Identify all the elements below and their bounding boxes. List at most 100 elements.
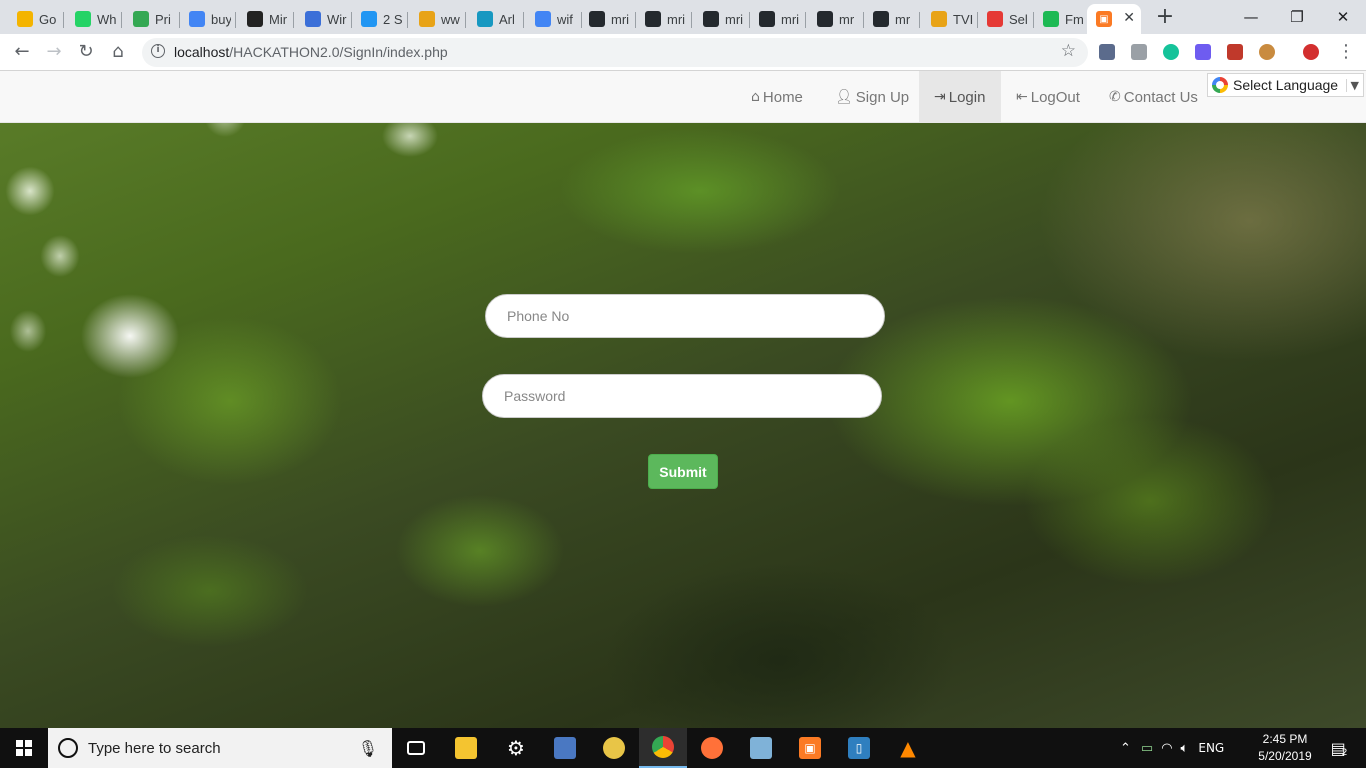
tab-active[interactable]: ▣ ✕ xyxy=(1087,4,1141,34)
action-center-button[interactable]: ▤ 2 xyxy=(1324,728,1354,768)
browser-tab[interactable]: Arl xyxy=(468,4,524,34)
close-tab-icon[interactable]: ✕ xyxy=(1123,10,1135,26)
vlc-icon[interactable]: ▲ xyxy=(884,728,932,768)
task-view-icon[interactable] xyxy=(392,728,440,768)
menu-kebab-icon[interactable]: ⋮ xyxy=(1334,40,1358,64)
browser-tab-title: mri xyxy=(611,11,630,27)
nav-logout[interactable]: ⇤ LogOut xyxy=(1001,71,1095,123)
reload-button[interactable]: ↻ xyxy=(74,40,98,64)
tab-separator xyxy=(635,12,636,28)
tab-separator xyxy=(863,12,864,28)
nav-home[interactable]: ⌂ Home xyxy=(736,71,818,123)
nav-login[interactable]: ⇥ Login xyxy=(919,71,1001,123)
browser-tab[interactable]: mri xyxy=(750,4,806,34)
phone-input[interactable] xyxy=(485,294,885,338)
browser-tab-title: Sel xyxy=(1009,11,1028,27)
nav-login-label: Login xyxy=(948,88,986,106)
phone-icon: ✆ xyxy=(1109,89,1121,105)
battery-icon[interactable]: ▭ xyxy=(1141,741,1153,756)
back-button[interactable]: ← xyxy=(10,40,34,64)
shield-icon xyxy=(305,11,321,27)
grammarly-icon[interactable] xyxy=(1163,44,1179,60)
nav-logout-label: LogOut xyxy=(1030,88,1080,106)
cookie-icon[interactable] xyxy=(1259,44,1275,60)
nav-contact-label: Contact Us xyxy=(1123,88,1198,106)
logout-icon: ⇤ xyxy=(1016,89,1028,105)
microphone-icon[interactable]: 🎙︎ xyxy=(358,739,378,758)
browser-tab[interactable]: mri xyxy=(694,4,750,34)
browser-tab-title: wif xyxy=(557,11,573,27)
amazon-icon xyxy=(247,11,263,27)
address-bar[interactable]: i localhost/HACKATHON2.0/SignIn/index.ph… xyxy=(142,38,1088,67)
nav-signup[interactable]: 👤︎ Sign Up xyxy=(820,71,924,123)
bookmark-star-icon[interactable]: ☆ xyxy=(1061,41,1076,61)
github-icon xyxy=(817,11,833,27)
extension-color-icon[interactable] xyxy=(1195,44,1211,60)
github-icon xyxy=(703,11,719,27)
file-explorer-icon[interactable] xyxy=(442,728,490,768)
wifi-icon[interactable]: ◠ xyxy=(1161,741,1172,756)
browser-tab[interactable]: Mir xyxy=(238,4,294,34)
tab-separator xyxy=(691,12,692,28)
browser-tab[interactable]: mr xyxy=(808,4,864,34)
home-button[interactable]: ⌂ xyxy=(106,40,130,64)
browser-tab[interactable]: 2 S xyxy=(352,4,408,34)
info-icon[interactable]: i xyxy=(151,44,165,58)
taskbar-clock[interactable]: 2:45 PM 5/20/2019 xyxy=(1250,731,1320,765)
browser-tab[interactable]: Wh xyxy=(66,4,122,34)
browser-tab[interactable]: Fm xyxy=(1034,4,1090,34)
tab-separator xyxy=(523,12,524,28)
language-select[interactable]: Select Language ▼ xyxy=(1207,73,1364,97)
github-icon xyxy=(759,11,775,27)
language-indicator[interactable]: ENG xyxy=(1198,741,1224,755)
extension-copy-icon[interactable] xyxy=(1131,44,1147,60)
password-input[interactable] xyxy=(482,374,882,418)
profile-avatar-icon[interactable] xyxy=(1303,44,1319,60)
forward-button[interactable]: → xyxy=(42,40,66,64)
extension-puzzle-icon[interactable] xyxy=(1099,44,1115,60)
media-disc-icon[interactable] xyxy=(590,728,638,768)
taskbar-search[interactable]: Type here to search 🎙︎ xyxy=(48,728,392,768)
browser-tab[interactable]: mr xyxy=(864,4,920,34)
xampp-icon: ▣ xyxy=(1096,11,1112,27)
submit-button[interactable]: Submit xyxy=(648,454,718,489)
browser-tab[interactable]: Sel xyxy=(978,4,1034,34)
minimize-button[interactable]: — xyxy=(1228,0,1274,34)
pdf-icon[interactable] xyxy=(1227,44,1243,60)
app-shortcut-icon[interactable] xyxy=(541,728,589,768)
browser-tab-title: 2 S xyxy=(383,11,403,27)
restore-button[interactable]: ❐ xyxy=(1274,0,1320,34)
code-editor-icon[interactable]: ▯ xyxy=(835,728,883,768)
browser-tab[interactable]: ww xyxy=(410,4,466,34)
close-window-button[interactable]: ✕ xyxy=(1320,0,1366,34)
browser-tab[interactable]: mri xyxy=(636,4,692,34)
browser-tab[interactable]: Wir xyxy=(296,4,352,34)
browser-tab[interactable]: Pri xyxy=(124,4,180,34)
url-text[interactable]: localhost/HACKATHON2.0/SignIn/index.php xyxy=(174,44,448,60)
browser-tab[interactable]: mri xyxy=(580,4,636,34)
url-host: localhost xyxy=(174,44,230,60)
browser-tab[interactable]: Go xyxy=(8,4,64,34)
tray-chevron-icon[interactable]: ⌃ xyxy=(1120,741,1131,756)
user-icon: 👤︎ xyxy=(835,89,853,105)
browser-tab[interactable]: TVI xyxy=(922,4,978,34)
tab-separator xyxy=(919,12,920,28)
settings-gear-icon[interactable]: ⚙ xyxy=(492,728,540,768)
taskbar-search-placeholder: Type here to search xyxy=(88,739,221,757)
tv-icon xyxy=(931,11,947,27)
notepad-app-icon[interactable] xyxy=(737,728,785,768)
volume-icon[interactable]: 🔈︎ xyxy=(1181,741,1189,756)
browser-tab[interactable]: buy xyxy=(180,4,236,34)
start-button[interactable] xyxy=(0,728,48,768)
firefox-icon[interactable] xyxy=(688,728,736,768)
xampp-taskbar-icon[interactable]: ▣ xyxy=(786,728,834,768)
browser-tab-title: mri xyxy=(781,11,800,27)
page-background: ⌂ Home 👤︎ Sign Up ⇥ Login ⇤ LogOut ✆ Con… xyxy=(0,71,1366,728)
nav-contact[interactable]: ✆ Contact Us xyxy=(1094,71,1213,123)
google-icon xyxy=(189,11,205,27)
new-tab-button[interactable]: + xyxy=(1152,6,1178,30)
github-icon xyxy=(873,11,889,27)
browser-tab[interactable]: wif xyxy=(526,4,582,34)
tab-separator xyxy=(235,12,236,28)
chrome-icon[interactable] xyxy=(639,728,687,768)
